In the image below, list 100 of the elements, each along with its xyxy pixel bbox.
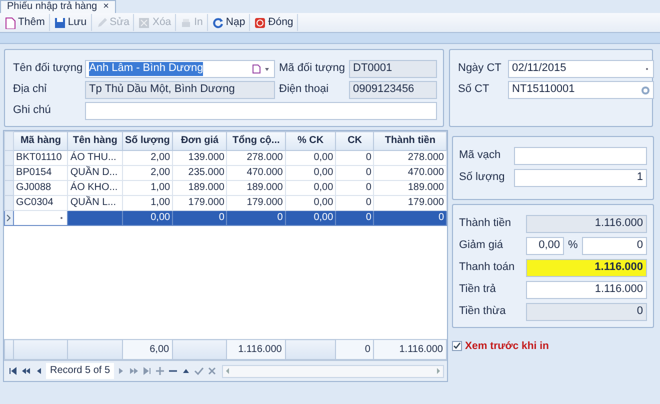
- field-label: Điện thoại: [279, 83, 330, 97]
- column-header[interactable]: Mã hàng: [14, 132, 68, 150]
- toolbar-button[interactable]: Lưu: [50, 14, 92, 31]
- check-icon: [453, 342, 461, 350]
- customer-combo-field[interactable]: Anh Lâm - Bình Dương: [85, 60, 275, 78]
- field-label: Thành tiền: [459, 217, 512, 231]
- cross-icon[interactable]: [207, 366, 218, 376]
- total-cell: 1.116.000: [374, 340, 446, 360]
- table-cell: GJ0088: [14, 180, 68, 196]
- subtotal-field: 1.116.000: [526, 215, 647, 233]
- field-label: Địa chỉ: [13, 83, 48, 97]
- table-cell: 139.000: [172, 150, 227, 166]
- record-counter: Record 5 of 5: [46, 363, 114, 379]
- field-label: Tiền trả: [459, 283, 497, 297]
- barcode-field[interactable]: [514, 147, 647, 165]
- payable-field: 1.116.000: [526, 259, 647, 277]
- date-value: 02/11/2015: [512, 62, 568, 76]
- table-cell: 2,00: [122, 150, 173, 166]
- column-header[interactable]: Số lượng: [122, 132, 173, 150]
- column-header[interactable]: % CK: [285, 132, 336, 150]
- scroll-right-icon[interactable]: [436, 367, 441, 375]
- discount-percent-field[interactable]: 0,00: [526, 237, 564, 255]
- document-icon[interactable]: [252, 64, 261, 74]
- discount-amount-field[interactable]: 0: [582, 237, 647, 255]
- total-cell: 6,00: [122, 340, 173, 360]
- table-cell: 0,00: [285, 180, 336, 196]
- table-cell: 189.000: [226, 180, 286, 196]
- table-cell: 470.000: [374, 166, 446, 180]
- table-cell: 0: [336, 180, 374, 196]
- pencil-icon: [96, 16, 108, 28]
- field-label: Số lượng: [459, 171, 506, 185]
- table-cell: 2,00: [122, 166, 173, 180]
- readonly-field: DT0001: [349, 60, 437, 78]
- field-label: Tiền thừa: [459, 305, 507, 319]
- date-field[interactable]: 02/11/2015: [508, 60, 654, 78]
- tab-close-button[interactable]: ×: [103, 1, 109, 13]
- printer-icon: [180, 16, 192, 28]
- refresh-icon[interactable]: [641, 86, 650, 94]
- next-page-icon[interactable]: [129, 366, 140, 376]
- column-header[interactable]: CK: [336, 132, 374, 150]
- table-cell: 0: [336, 166, 374, 180]
- total-cell: 1.116.000: [226, 340, 286, 360]
- toolbar-button[interactable]: Nạp: [208, 14, 250, 31]
- table-cell: 0: [172, 210, 227, 226]
- tab-title: Phiếu nhập trả hàng: [7, 1, 98, 13]
- last-record-icon[interactable]: [142, 366, 152, 376]
- table-cell: 189.000: [374, 180, 446, 196]
- field-label: Giảm giá: [459, 239, 504, 253]
- field-label: Thanh toán: [459, 261, 516, 275]
- column-header[interactable]: Tên hàng: [68, 132, 122, 150]
- field-label: Mã vạch: [459, 149, 502, 163]
- table-cell: 0: [336, 150, 374, 166]
- table-cell: 278.000: [226, 150, 286, 166]
- readonly-field: 0909123456: [349, 81, 437, 99]
- close-icon: [254, 16, 266, 28]
- table-cell: ÁO THU...: [68, 150, 122, 166]
- preview-checkbox[interactable]: [452, 341, 462, 352]
- table-cell: 470.000: [226, 166, 286, 180]
- scroll-left-icon[interactable]: [225, 367, 230, 375]
- grid-x-icon: [138, 16, 150, 28]
- table-cell: 0: [336, 210, 374, 226]
- change-field: 0: [526, 303, 647, 321]
- current-row-icon: [6, 212, 13, 224]
- column-header[interactable]: Đơn giá: [172, 132, 227, 150]
- checkbox-label[interactable]: Xem trước khi in: [465, 340, 549, 353]
- paid-field[interactable]: 1.116.000: [526, 281, 647, 299]
- table-cell: 0,00: [285, 210, 336, 226]
- table-cell: 278.000: [374, 150, 446, 166]
- document-icon: [4, 16, 16, 28]
- field-label: Mã đối tượng: [279, 62, 345, 76]
- table-cell: 0,00: [122, 210, 173, 226]
- toolbar-button[interactable]: Thêm: [0, 14, 50, 31]
- percent-label: %: [568, 239, 578, 253]
- field-label: Ghi chú: [13, 104, 52, 118]
- column-header[interactable]: Thành tiền: [374, 132, 446, 150]
- table-cell: 235.000: [172, 166, 227, 180]
- previous-page-icon[interactable]: [21, 366, 31, 376]
- table-cell: 1,00: [122, 180, 173, 196]
- field-label: Số CT: [458, 83, 490, 97]
- table-cell: 0,00: [285, 166, 336, 180]
- voucher-number-value: NT15110001: [512, 83, 576, 97]
- first-record-icon[interactable]: [8, 366, 18, 376]
- table-cell: BKT01110: [14, 150, 68, 166]
- table-cell: 189.000: [172, 180, 227, 196]
- column-header[interactable]: Tổng cộ...: [226, 132, 286, 150]
- note-field[interactable]: [85, 102, 437, 120]
- field-label: Tên đối tượng: [13, 62, 81, 76]
- voucher-number-field[interactable]: NT15110001: [508, 81, 654, 99]
- table-cell: ÁO KHO...: [68, 180, 122, 196]
- readonly-field: Tp Thủ Dầu Một, Bình Dương: [85, 81, 275, 99]
- quantity-field[interactable]: 1: [514, 169, 647, 187]
- refresh-icon: [212, 16, 224, 28]
- field-label: Ngày CT: [458, 62, 502, 76]
- table-cell: 0: [226, 210, 286, 226]
- toolbar-button[interactable]: Đóng: [250, 14, 298, 31]
- caret-icon[interactable]: [59, 214, 64, 222]
- check-icon[interactable]: [194, 366, 204, 376]
- horizontal-scrollbar[interactable]: [222, 364, 444, 378]
- table-cell: BP0154: [14, 166, 68, 180]
- table-cell: 0,00: [285, 150, 336, 166]
